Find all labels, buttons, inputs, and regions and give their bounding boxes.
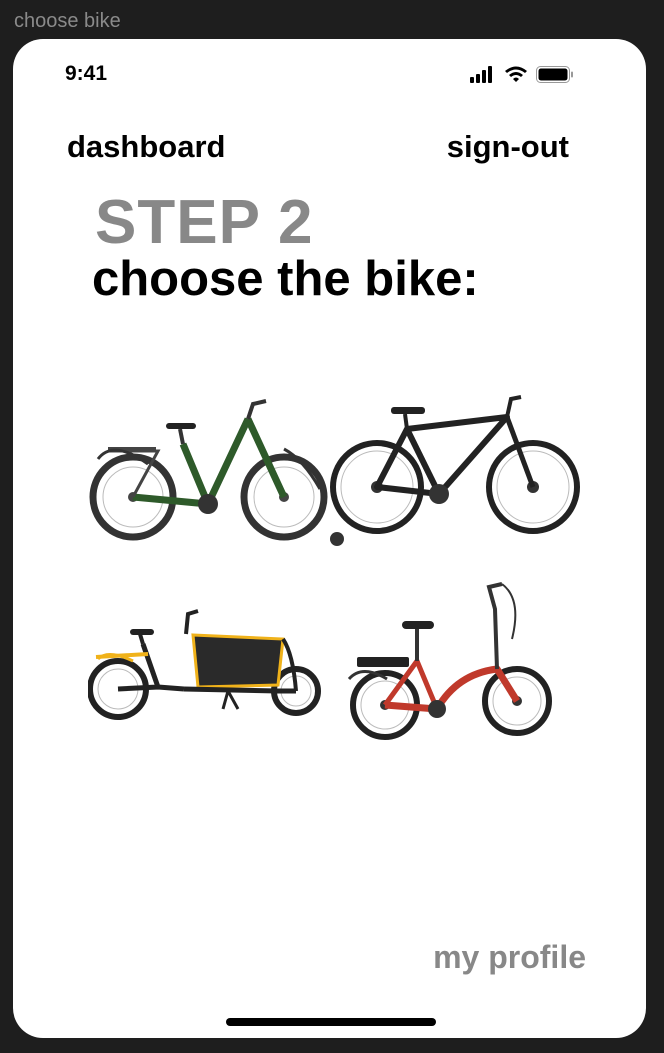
dashboard-link[interactable]: dashboard: [67, 129, 225, 165]
battery-icon: [536, 66, 573, 83]
bike-option-green-step-through[interactable]: [88, 369, 328, 549]
signal-icon: [470, 66, 492, 83]
bike-option-cargo[interactable]: [88, 599, 328, 729]
status-time: 9:41: [65, 62, 108, 85]
step-title: STEP 2: [95, 188, 314, 257]
bike-black-image: [330, 395, 580, 546]
wifi-icon: [505, 66, 527, 82]
sign-out-link[interactable]: sign-out: [447, 129, 569, 165]
bike-green-image: [89, 399, 328, 541]
my-profile-link[interactable]: my profile: [433, 939, 586, 976]
frame-label: choose bike: [14, 10, 121, 32]
bike-option-black-hybrid[interactable]: [329, 369, 581, 549]
status-icons: [470, 65, 580, 85]
bike-option-red-folding[interactable]: [347, 579, 557, 744]
phone-screen: 9:41 dashboard sign-out STEP 2 choose th…: [13, 39, 646, 1038]
bike-cargo-image: [88, 609, 321, 720]
bike-red-image: [347, 582, 552, 740]
step-subtitle: choose the bike:: [92, 252, 479, 306]
home-indicator[interactable]: [226, 1018, 436, 1026]
status-icons-svg: [470, 66, 573, 83]
